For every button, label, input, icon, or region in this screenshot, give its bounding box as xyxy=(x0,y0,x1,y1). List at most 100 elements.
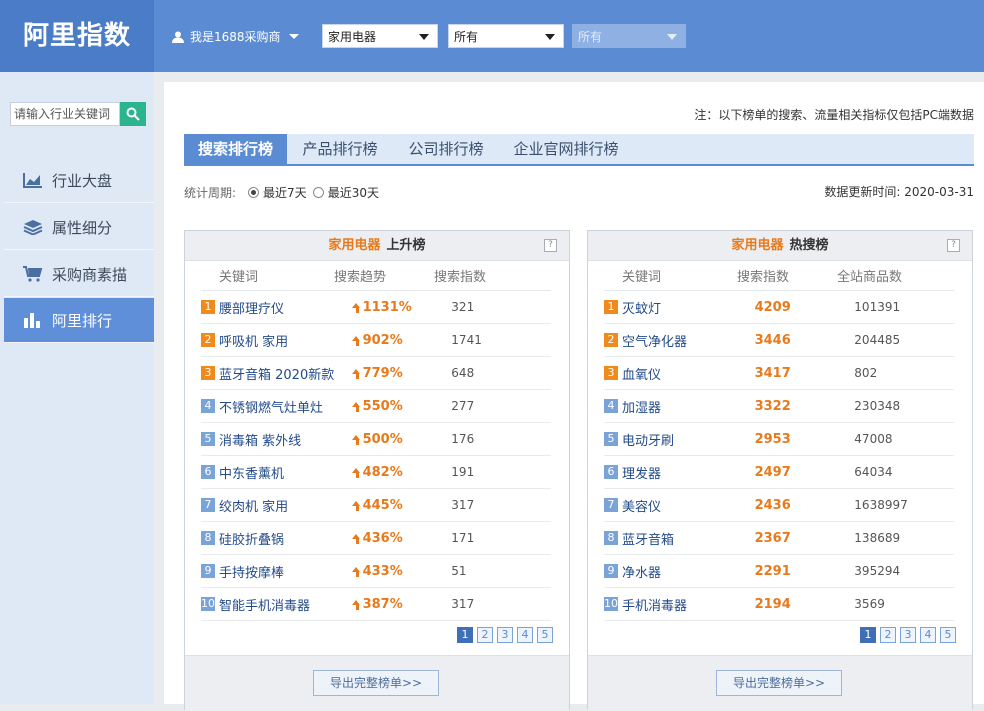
industry-select-value: 家用电器 xyxy=(328,29,377,44)
rank-badge: 4 xyxy=(604,399,618,413)
keyword-link[interactable]: 空气净化器 xyxy=(622,331,755,350)
layers-icon xyxy=(22,218,44,236)
tab-website-ranking[interactable]: 企业官网排行榜 xyxy=(504,134,628,164)
table-row[interactable]: 1 腰部理疗仪 1131% 321 xyxy=(201,291,551,324)
keyword-link[interactable]: 净水器 xyxy=(622,562,755,581)
trend-value: 436% xyxy=(362,530,403,546)
table-row[interactable]: 2 空气净化器 3446 204485 xyxy=(604,324,954,357)
keyword-link[interactable]: 手机消毒器 xyxy=(622,595,755,614)
page-button[interactable]: 5 xyxy=(537,627,553,643)
arrow-up-icon-stem xyxy=(355,340,359,346)
table-row[interactable]: 4 不锈钢燃气灶单灶 550% 277 xyxy=(201,390,551,423)
search-trend: 500% xyxy=(351,432,452,447)
column-header: 关键词 xyxy=(622,270,662,285)
product-count: 47008 xyxy=(854,432,893,446)
table-row[interactable]: 9 净水器 2291 395294 xyxy=(604,555,954,588)
keyword-link[interactable]: 手持按摩棒 xyxy=(219,562,352,581)
table-row[interactable]: 5 消毒箱 紫外线 500% 176 xyxy=(201,423,551,456)
page-button[interactable]: 2 xyxy=(880,627,896,643)
arrow-up-icon-stem xyxy=(355,439,359,445)
table-row[interactable]: 10 智能手机消毒器 387% 317 xyxy=(201,588,551,621)
trend-value: 445% xyxy=(362,497,403,513)
search-index: 317 xyxy=(451,498,475,512)
page-button[interactable]: 1 xyxy=(860,627,876,643)
column-header: 搜索趋势 xyxy=(334,270,387,285)
column-header: 全站商品数 xyxy=(837,270,903,285)
table-row[interactable]: 10 手机消毒器 2194 3569 xyxy=(604,588,954,621)
table-row[interactable]: 1 灭蚊灯 4209 101391 xyxy=(604,291,954,324)
table-row[interactable]: 7 绞肉机 家用 445% 317 xyxy=(201,489,551,522)
keyword-link[interactable]: 绞肉机 家用 xyxy=(219,496,352,515)
index-value: 2367 xyxy=(754,530,791,546)
subcategory-select[interactable]: 所有 xyxy=(448,24,564,48)
pagination: 1 2 3 4 5 xyxy=(457,627,553,643)
keyword-link[interactable]: 血氧仪 xyxy=(622,364,755,383)
tab-company-ranking[interactable]: 公司排行榜 xyxy=(398,134,494,164)
table-row[interactable]: 6 中东香薰机 482% 191 xyxy=(201,456,551,489)
main-content: 注：以下榜单的搜索、流量相关指标仅包括PC端数据 搜索排行榜 产品排行榜 公司排… xyxy=(164,82,984,711)
page-button[interactable]: 4 xyxy=(920,627,936,643)
keyword-link[interactable]: 不锈钢燃气灶单灶 xyxy=(219,397,352,416)
tab-product-ranking[interactable]: 产品排行榜 xyxy=(292,134,388,164)
page-button[interactable]: 4 xyxy=(517,627,533,643)
table-row[interactable]: 5 电动牙刷 2953 47008 xyxy=(604,423,954,456)
search-index: 191 xyxy=(451,465,475,479)
table-row[interactable]: 8 硅胶折叠锅 436% 171 xyxy=(201,522,551,555)
period-radio-30d[interactable] xyxy=(312,187,324,198)
keyword-link[interactable]: 呼吸机 家用 xyxy=(219,331,352,350)
table-header: 关键词 搜索指数 全站商品数 xyxy=(604,261,954,291)
table-row[interactable]: 3 蓝牙音箱 2020新款 779% 648 xyxy=(201,357,551,390)
table-row[interactable]: 8 蓝牙音箱 2367 138689 xyxy=(604,522,954,555)
keyword-link[interactable]: 硅胶折叠锅 xyxy=(219,529,352,548)
export-button[interactable]: 导出完整榜单>> xyxy=(716,670,842,696)
keyword-link[interactable]: 蓝牙音箱 2020新款 xyxy=(219,364,352,383)
keyword-link[interactable]: 美容仪 xyxy=(622,496,755,515)
keyword-link[interactable]: 电动牙刷 xyxy=(622,430,755,449)
sidebar-item-buyer-profile[interactable]: 采购商素描 xyxy=(4,252,154,297)
logo[interactable]: 阿里指数 xyxy=(0,0,154,72)
dropdown-arrow-icon xyxy=(419,34,429,40)
industry-select[interactable]: 家用电器 xyxy=(322,24,438,48)
keyword-link[interactable]: 智能手机消毒器 xyxy=(219,595,352,614)
sidebar-item-ali-ranking[interactable]: 阿里排行 xyxy=(4,298,154,343)
keyword-link[interactable]: 腰部理疗仪 xyxy=(219,298,352,317)
keyword-link[interactable]: 消毒箱 紫外线 xyxy=(219,430,352,449)
table-row[interactable]: 6 理发器 2497 64034 xyxy=(604,456,954,489)
export-button[interactable]: 导出完整榜单>> xyxy=(313,670,439,696)
keyword-link[interactable]: 灭蚊灯 xyxy=(622,298,755,317)
keyword-link[interactable]: 中东香薰机 xyxy=(219,463,352,482)
period-radio-7d[interactable] xyxy=(248,187,260,198)
help-icon[interactable]: ? xyxy=(544,239,557,252)
help-icon[interactable]: ? xyxy=(947,239,960,252)
tab-search-ranking[interactable]: 搜索排行榜 xyxy=(184,134,287,164)
page-button[interactable]: 2 xyxy=(477,627,493,643)
user-menu[interactable]: 我是1688采购商 xyxy=(172,28,299,45)
page-button[interactable]: 1 xyxy=(457,627,473,643)
industry-search-input[interactable]: 请输入行业关键词 xyxy=(10,102,120,126)
arrow-up-icon-stem xyxy=(355,307,359,313)
panel-header: 家用电器 上升榜 ? xyxy=(185,231,569,261)
search-trend: 433% xyxy=(351,564,452,579)
sidebar-item-label: 阿里排行 xyxy=(52,311,113,330)
table-row[interactable]: 3 血氧仪 3417 802 xyxy=(604,357,954,390)
cart-icon xyxy=(22,265,44,283)
table-row[interactable]: 9 手持按摩棒 433% 51 xyxy=(201,555,551,588)
sidebar-item-attribute-breakdown[interactable]: 属性细分 xyxy=(4,205,154,250)
page-button[interactable]: 5 xyxy=(940,627,956,643)
table-row[interactable]: 4 加湿器 3322 230348 xyxy=(604,390,954,423)
product-count: 138689 xyxy=(854,531,901,545)
index-value: 3446 xyxy=(754,332,791,348)
panel-header: 家用电器 热搜榜 ? xyxy=(588,231,972,261)
table-row[interactable]: 2 呼吸机 家用 902% 1741 xyxy=(201,324,551,357)
page-button[interactable]: 3 xyxy=(497,627,513,643)
index-value: 3322 xyxy=(754,398,791,414)
chart-area-icon xyxy=(22,171,44,189)
keyword-link[interactable]: 蓝牙音箱 xyxy=(622,529,755,548)
search-button[interactable] xyxy=(120,102,146,126)
keyword-link[interactable]: 加湿器 xyxy=(622,397,755,416)
third-level-select-value: 所有 xyxy=(578,29,603,44)
keyword-link[interactable]: 理发器 xyxy=(622,463,755,482)
table-row[interactable]: 7 美容仪 2436 1638997 xyxy=(604,489,954,522)
page-button[interactable]: 3 xyxy=(900,627,916,643)
sidebar-item-industry-overview[interactable]: 行业大盘 xyxy=(4,158,154,203)
